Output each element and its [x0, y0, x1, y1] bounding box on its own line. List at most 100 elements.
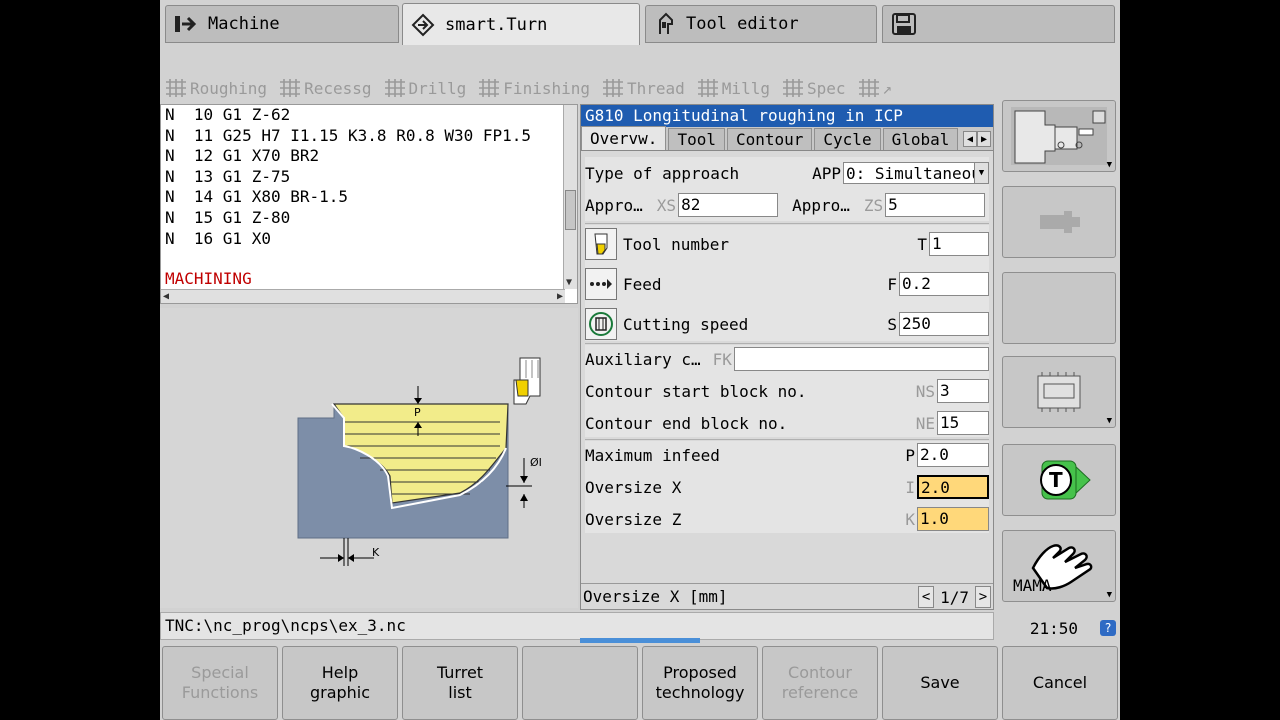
tool-number-field[interactable]: 1	[929, 232, 989, 256]
save-button[interactable]: Save	[882, 646, 998, 720]
grid-icon	[782, 79, 803, 97]
program-section-machining[interactable]: MACHINING	[161, 269, 577, 290]
grid-icon	[166, 79, 186, 97]
tab-global[interactable]: Global	[882, 128, 959, 150]
proposed-technology-button[interactable]: Proposed technology	[642, 646, 758, 720]
horizontal-scrollbar[interactable]: ◀ ▶	[161, 289, 565, 303]
tab-cycle[interactable]: Cycle	[814, 128, 881, 150]
program-line[interactable]: N 12 G1 X70 BR2	[161, 146, 577, 167]
scroll-right-icon[interactable]: ▶	[557, 291, 563, 302]
tab-file-save[interactable]	[882, 5, 1115, 43]
tool-holder-icon	[654, 12, 678, 36]
maximum-infeed-field[interactable]: 2.0	[917, 443, 989, 467]
label-tool-number: Tool number	[623, 234, 729, 254]
approach-z-field[interactable]: 5	[885, 193, 986, 217]
type-of-approach-select[interactable]: 0: Simultaneous ▼	[843, 162, 989, 184]
divider	[585, 343, 989, 344]
approach-x-field[interactable]: 82	[678, 193, 779, 217]
grid-icon	[280, 79, 301, 97]
cycle-group-drilling[interactable]: Drillg	[384, 78, 466, 98]
vkey-turret[interactable]: T	[1002, 444, 1116, 516]
program-line[interactable]: N 14 G1 X80 BR-1.5	[161, 187, 577, 208]
page-prev-icon[interactable]: <	[918, 586, 935, 608]
divider	[585, 223, 989, 224]
vkey-machine-view[interactable]: ▼	[1002, 100, 1116, 172]
tab-overview[interactable]: Overvw.	[581, 126, 667, 150]
oversize-z-field[interactable]: 1.0	[917, 507, 989, 531]
cycle-group-label: Finishing	[503, 78, 590, 98]
addr-t: T	[917, 234, 927, 254]
tab-smart-turn-label: smart.Turn	[445, 14, 548, 35]
label-approach-x: Appro…	[585, 195, 643, 215]
program-line[interactable]: N 15 G1 Z-80	[161, 208, 577, 229]
control-screen: Machine smart.Turn Tool editor Roughing	[160, 0, 1120, 720]
cycle-group-thread[interactable]: Thread	[602, 78, 685, 98]
submenu-arrow-icon: ▼	[1106, 590, 1112, 600]
cycle-group-label: Millg	[721, 78, 770, 98]
auxiliary-contour-field[interactable]	[733, 347, 989, 371]
help-icon[interactable]: ?	[1100, 620, 1116, 636]
oversize-x-field[interactable]: 2.0	[917, 475, 989, 499]
tab-next-icon[interactable]: ▶	[977, 131, 991, 147]
submenu-arrow-icon: ▼	[1106, 416, 1112, 426]
expand-arrow-icon: ↗	[882, 78, 893, 98]
cycle-group-finishing[interactable]: Finishing	[478, 78, 590, 98]
mode-tabs: Machine smart.Turn Tool editor	[160, 0, 1120, 48]
dimension-label-k: K	[372, 546, 380, 559]
tab-tool[interactable]: Tool	[668, 128, 725, 150]
vkey-mama[interactable]: MAMA ▼	[1002, 530, 1116, 602]
addr-f: F	[887, 274, 897, 294]
special-functions-button[interactable]: Special Functions	[162, 646, 278, 720]
page-next-icon[interactable]: >	[975, 586, 991, 608]
contour-start-field[interactable]: 3	[937, 379, 989, 403]
scrollbar-thumb[interactable]	[565, 190, 576, 230]
tab-machine[interactable]: Machine	[165, 5, 399, 43]
cycle-group-more[interactable]: ↗	[858, 78, 893, 98]
program-line[interactable]: N 10 G1 Z-62	[161, 105, 577, 126]
vkey-memory[interactable]: ▼	[1002, 356, 1116, 428]
tool-icon	[585, 228, 617, 260]
page-indicator: 1/7	[940, 587, 969, 607]
tab-smart-turn[interactable]: smart.Turn	[402, 3, 640, 45]
vertical-scrollbar[interactable]: ▼	[563, 105, 577, 289]
contour-reference-button[interactable]: Contour reference	[762, 646, 878, 720]
scroll-left-icon[interactable]: ◀	[163, 291, 169, 302]
page-navigator: < 1/7 >	[918, 586, 991, 608]
grid-icon	[697, 79, 718, 97]
contour-end-field[interactable]: 15	[937, 411, 989, 435]
scroll-down-icon[interactable]: ▼	[566, 277, 572, 288]
cancel-button[interactable]: Cancel	[1002, 646, 1118, 720]
program-line[interactable]: N 11 G25 H7 I1.15 K3.8 R0.8 W30 FP1.5	[161, 126, 577, 147]
cycle-group-milling[interactable]: Millg	[697, 78, 770, 98]
tab-contour[interactable]: Contour	[726, 128, 813, 150]
floppy-disk-icon	[891, 12, 917, 36]
help-graphic-button[interactable]: Help graphic	[282, 646, 398, 720]
vkey-empty-1[interactable]	[1002, 272, 1116, 344]
program-line[interactable]: N 16 G1 X0	[161, 229, 577, 250]
addr-s: S	[887, 314, 897, 334]
tab-prev-icon[interactable]: ◀	[963, 131, 977, 147]
feed-field[interactable]: 0.2	[899, 272, 989, 296]
program-listing[interactable]: N 10 G1 Z-62 N 11 G25 H7 I1.15 K3.8 R0.8…	[160, 104, 578, 304]
empty-softkey[interactable]	[522, 646, 638, 720]
field-description: Oversize X [mm]	[583, 587, 728, 606]
cutting-speed-field[interactable]: 250	[899, 312, 989, 336]
label-maximum-infeed: Maximum infeed	[585, 445, 720, 465]
feed-icon	[585, 268, 617, 300]
tab-scroll-arrows: ◀ ▶	[963, 131, 991, 147]
cycle-group-roughing[interactable]: Roughing	[165, 78, 267, 98]
addr-ne: NE	[915, 413, 935, 433]
row-maximum-infeed: Maximum infeed P 2.0	[585, 441, 989, 469]
addr-xs: XS	[656, 195, 677, 215]
label-oversize-x: Oversize X	[585, 477, 682, 497]
cycle-group-special[interactable]: Spec	[782, 78, 846, 98]
tab-tool-editor[interactable]: Tool editor	[645, 5, 877, 43]
chevron-down-icon[interactable]: ▼	[974, 163, 988, 183]
vkey-tool-disabled[interactable]	[1002, 186, 1116, 258]
cycle-group-recessing[interactable]: Recessg	[279, 78, 372, 98]
row-oversize-x: Oversize X I 2.0	[585, 473, 989, 501]
turret-list-button[interactable]: Turret list	[402, 646, 518, 720]
program-line[interactable]: N 13 G1 Z-75	[161, 167, 577, 188]
label-approach-z: Appro…	[792, 195, 850, 215]
row-cutting-speed: Cutting speed S 250	[585, 307, 989, 341]
